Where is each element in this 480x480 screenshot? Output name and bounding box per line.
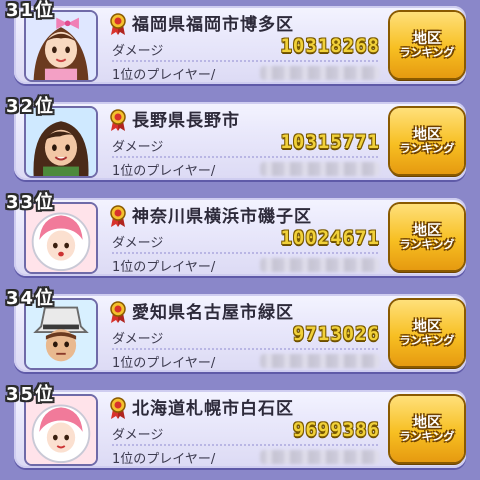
ranking-row: 31位 福岡県福岡市博多区 ダメージ 10318268 1位のプレイヤー/ 地区… bbox=[6, 0, 466, 84]
rank-label: 33位 bbox=[6, 192, 56, 213]
divider bbox=[112, 444, 378, 446]
damage-value: 10318268 bbox=[280, 35, 380, 57]
button-label-line1: 地区 bbox=[413, 318, 441, 335]
ranking-row: 32位 長野県長野市 ダメージ 10315771 1位のプレイヤー/ 地区 ラン… bbox=[6, 96, 466, 180]
district-ranking-button[interactable]: 地区 ランキング bbox=[390, 12, 464, 78]
top-player-label: 1位のプレイヤー/ bbox=[112, 164, 216, 179]
top-player-label: 1位のプレイヤー/ bbox=[112, 356, 216, 371]
top-player-label: 1位のプレイヤー/ bbox=[112, 260, 216, 275]
rank-label: 32位 bbox=[6, 96, 56, 117]
divider bbox=[112, 348, 378, 350]
damage-label: ダメージ bbox=[112, 236, 164, 251]
top-player-name-blurred bbox=[260, 66, 380, 80]
damage-label: ダメージ bbox=[112, 332, 164, 347]
button-label-line1: 地区 bbox=[413, 30, 441, 47]
damage-value: 9713026 bbox=[292, 323, 380, 345]
divider bbox=[112, 156, 378, 158]
district-ranking-button[interactable]: 地区 ランキング bbox=[390, 108, 464, 174]
region-name: 長野県長野市 bbox=[132, 111, 240, 131]
medal-icon bbox=[110, 397, 126, 419]
district-ranking-button[interactable]: 地区 ランキング bbox=[390, 396, 464, 462]
rank-label: 31位 bbox=[6, 0, 56, 21]
rank-label: 34位 bbox=[6, 288, 56, 309]
region-name: 北海道札幌市白石区 bbox=[132, 399, 294, 419]
divider bbox=[112, 60, 378, 62]
top-player-name-blurred bbox=[260, 162, 380, 176]
button-label-line2: ランキング bbox=[399, 45, 455, 59]
medal-icon bbox=[110, 13, 126, 35]
damage-label: ダメージ bbox=[112, 140, 164, 155]
button-label-line2: ランキング bbox=[399, 429, 455, 443]
medal-icon bbox=[110, 205, 126, 227]
button-label-line1: 地区 bbox=[413, 414, 441, 431]
damage-value: 10315771 bbox=[280, 131, 380, 153]
medal-icon bbox=[110, 109, 126, 131]
region-name: 福岡県福岡市博多区 bbox=[132, 15, 294, 35]
button-label-line1: 地区 bbox=[413, 126, 441, 143]
district-ranking-button[interactable]: 地区 ランキング bbox=[390, 204, 464, 270]
region-name: 神奈川県横浜市磯子区 bbox=[132, 207, 312, 227]
district-ranking-button[interactable]: 地区 ランキング bbox=[390, 300, 464, 366]
region-name: 愛知県名古屋市緑区 bbox=[132, 303, 294, 323]
damage-value: 9699386 bbox=[292, 419, 380, 441]
button-label-line2: ランキング bbox=[399, 237, 455, 251]
button-label-line1: 地区 bbox=[413, 222, 441, 239]
woman-pink-bow-avatar-icon bbox=[26, 12, 96, 80]
district-ranking-list: 31位 福岡県福岡市博多区 ダメージ 10318268 1位のプレイヤー/ 地区… bbox=[0, 0, 480, 480]
top-player-name-blurred bbox=[260, 354, 380, 368]
top-player-name-blurred bbox=[260, 258, 380, 272]
top-player-label: 1位のプレイヤー/ bbox=[112, 68, 216, 83]
ranking-row: 33位 神奈川県横浜市磯子区 ダメージ 10024671 1位のプレイヤー/ 地… bbox=[6, 192, 466, 276]
button-label-line2: ランキング bbox=[399, 141, 455, 155]
damage-label: ダメージ bbox=[112, 44, 164, 59]
button-label-line2: ランキング bbox=[399, 333, 455, 347]
rank-label: 35位 bbox=[6, 384, 56, 405]
top-player-label: 1位のプレイヤー/ bbox=[112, 452, 216, 467]
divider bbox=[112, 252, 378, 254]
hat-explorer-avatar-icon bbox=[26, 300, 96, 368]
pink-hair-helmet-avatar-icon bbox=[26, 204, 96, 272]
damage-label: ダメージ bbox=[112, 428, 164, 443]
woman-brown-hair-avatar-icon bbox=[26, 108, 96, 176]
medal-icon bbox=[110, 301, 126, 323]
ranking-row: 34位 愛知県名古屋市緑区 ダメージ 9713026 1位のプレイヤー/ 地区 … bbox=[6, 288, 466, 372]
ranking-row: 35位 北海道札幌市白石区 ダメージ 9699386 1位のプレイヤー/ 地区 … bbox=[6, 384, 466, 468]
top-player-name-blurred bbox=[260, 450, 380, 464]
damage-value: 10024671 bbox=[280, 227, 380, 249]
pink-hair-helmet-avatar-icon bbox=[26, 396, 96, 464]
